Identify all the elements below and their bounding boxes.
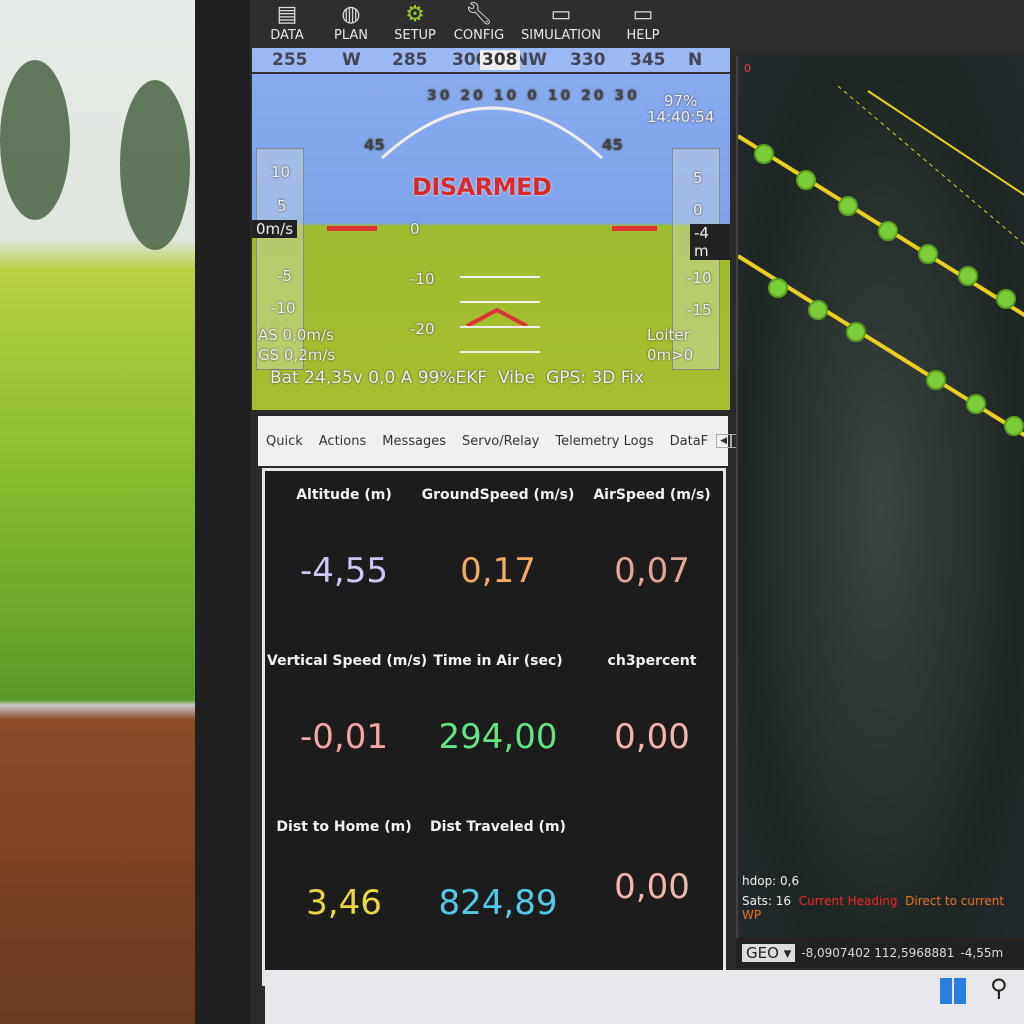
- quick-value: 3,46: [306, 883, 382, 923]
- quick-cell[interactable]: Dist Traveled (m) 824,89: [421, 819, 575, 923]
- airspeed-text: AS 0,0m/s: [258, 326, 334, 344]
- roll-label: 45: [602, 136, 623, 154]
- tab-quick[interactable]: Quick: [258, 434, 311, 449]
- coordinates: -8,0907402 112,5968881: [801, 946, 955, 960]
- toolbar-help[interactable]: ▭ HELP: [611, 0, 675, 50]
- tab-bar: Quick Actions Messages Servo/Relay Telem…: [258, 416, 746, 466]
- battery-text: Bat 24,35v 0,0 A 99%: [270, 368, 456, 388]
- windows-start-icon[interactable]: [940, 978, 966, 1004]
- pitch-label: 0: [410, 220, 420, 238]
- quick-label: Dist to Home (m): [276, 819, 412, 835]
- outdoor-background: [0, 0, 210, 1024]
- ekf-indicator[interactable]: EKF: [456, 368, 488, 388]
- hdop-text: hdop: 0,6: [742, 874, 800, 888]
- quick-label: Time in Air (sec): [433, 653, 563, 669]
- coord-system-select[interactable]: GEO ▾: [742, 944, 796, 962]
- flight-mode: Loiter: [647, 326, 690, 344]
- quick-cell[interactable]: Altitude (m) -4,55: [267, 487, 421, 591]
- quick-value: 0,00: [614, 867, 690, 907]
- gps-status: GPS: 3D Fix: [546, 368, 645, 388]
- quick-cell[interactable]: AirSpeed (m/s) 0,07: [575, 487, 729, 591]
- quick-cell[interactable]: 0,00: [575, 819, 729, 907]
- quick-cell[interactable]: GroundSpeed (m/s) 0,17: [421, 487, 575, 591]
- tab-telemetry-logs[interactable]: Telemetry Logs: [547, 434, 661, 449]
- map-view[interactable]: 0 hdop: 0,6 Sats: 16 Current Heading Dir…: [736, 56, 1024, 966]
- quick-label: GroundSpeed (m/s): [421, 487, 575, 503]
- armed-status: DISARMED: [412, 173, 552, 201]
- hud: 255 W 285 300 NW 330 345 N 308 30 20 10 …: [252, 48, 730, 410]
- quick-value: 0,07: [614, 551, 690, 591]
- roll-label: 45: [364, 136, 385, 154]
- waypoint-distance: 0m>0: [647, 346, 694, 364]
- quick-value: 824,89: [438, 883, 558, 923]
- waypoint-camera-icon[interactable]: [838, 196, 858, 216]
- quick-value: 0,17: [460, 551, 536, 591]
- quick-label: ch3percent: [607, 653, 697, 669]
- toolbar-config[interactable]: 🔧︎ CONFIG: [447, 0, 511, 50]
- waypoint-camera-icon[interactable]: [846, 322, 866, 342]
- quick-cell[interactable]: Time in Air (sec) 294,00: [421, 653, 575, 757]
- data-icon: ▤: [276, 2, 298, 27]
- main-toolbar: ▤ DATA ◍ PLAN ⚙ SETUP 🔧︎ CONFIG ▭ SIMULATION …: [250, 0, 1024, 50]
- map-status-bar: GEO ▾ -8,0907402 112,5968881 -4,55m: [736, 938, 1024, 968]
- waypoint-camera-icon[interactable]: [926, 370, 946, 390]
- quick-cell[interactable]: ch3percent 0,00: [575, 653, 729, 757]
- waypoint-camera-icon[interactable]: [1004, 416, 1024, 436]
- quick-label: Vertical Speed (m/s): [267, 653, 428, 669]
- quick-value: -4,55: [300, 551, 388, 591]
- altitude-readout: -4 m: [690, 224, 730, 260]
- gears-icon: ⚙: [405, 2, 425, 27]
- altitude-text: -4,55m: [960, 946, 1004, 960]
- hud-status-line: Bat 24,35v 0,0 A 99%EKF Vibe GPS: 3D Fix: [270, 368, 644, 388]
- toolbar-plan[interactable]: ◍ PLAN: [319, 0, 383, 50]
- toolbar-simulation[interactable]: ▭ SIMULATION: [511, 0, 611, 50]
- waypoint-camera-icon[interactable]: [966, 394, 986, 414]
- quick-value: -0,01: [300, 717, 388, 757]
- quick-panel: Altitude (m) -4,55 GroundSpeed (m/s) 0,17 Ai…: [262, 468, 726, 986]
- monitor-help-icon: ▭: [632, 2, 654, 27]
- quick-value: 294,00: [438, 717, 558, 757]
- clock: 14:40:54: [647, 108, 715, 126]
- tab-scroll-left[interactable]: ◀: [716, 434, 732, 448]
- quick-cell[interactable]: Dist to Home (m) 3,46: [267, 819, 421, 923]
- tab-dataflash[interactable]: DataF: [662, 434, 717, 449]
- quick-value: 0,00: [614, 717, 690, 757]
- waypoint-camera-icon[interactable]: [918, 244, 938, 264]
- quick-label: AirSpeed (m/s): [593, 487, 711, 503]
- waypoint-camera-icon[interactable]: [754, 144, 774, 164]
- tab-servo-relay[interactable]: Servo/Relay: [454, 434, 547, 449]
- waypoint-camera-icon[interactable]: [808, 300, 828, 320]
- tab-actions[interactable]: Actions: [311, 434, 375, 449]
- quick-cell[interactable]: Vertical Speed (m/s) -0,01: [267, 653, 428, 757]
- search-icon[interactable]: ⚲: [990, 974, 1008, 1002]
- tab-messages[interactable]: Messages: [374, 434, 454, 449]
- waypoint-camera-icon[interactable]: [958, 266, 978, 286]
- vibe-indicator[interactable]: Vibe: [498, 368, 535, 388]
- quick-label: Altitude (m): [296, 487, 392, 503]
- groundspeed-text: GS 0,2m/s: [258, 346, 336, 364]
- taskbar: ⚲: [265, 970, 1024, 1024]
- waypoint-camera-icon[interactable]: [996, 289, 1016, 309]
- pitch-label: -20: [410, 320, 435, 338]
- wrench-icon: 🔧︎: [465, 2, 493, 27]
- quick-label: Dist Traveled (m): [430, 819, 566, 835]
- toolbar-setup[interactable]: ⚙ SETUP: [383, 0, 447, 50]
- pitch-label: -10: [410, 270, 435, 288]
- speed-readout: 0m/s: [252, 220, 298, 238]
- monitor-plane-icon: ▭: [550, 2, 572, 27]
- map-legend: Sats: 16 Current Heading Direct to curre…: [742, 894, 1005, 922]
- waypoint-camera-icon[interactable]: [796, 170, 816, 190]
- roll-scale: 30 20 10 0 10 20 30: [427, 88, 640, 104]
- waypoint-camera-icon[interactable]: [878, 221, 898, 241]
- waypoint-camera-icon[interactable]: [768, 278, 788, 298]
- toolbar-data[interactable]: ▤ DATA: [255, 0, 319, 50]
- globe-icon: ◍: [341, 2, 361, 27]
